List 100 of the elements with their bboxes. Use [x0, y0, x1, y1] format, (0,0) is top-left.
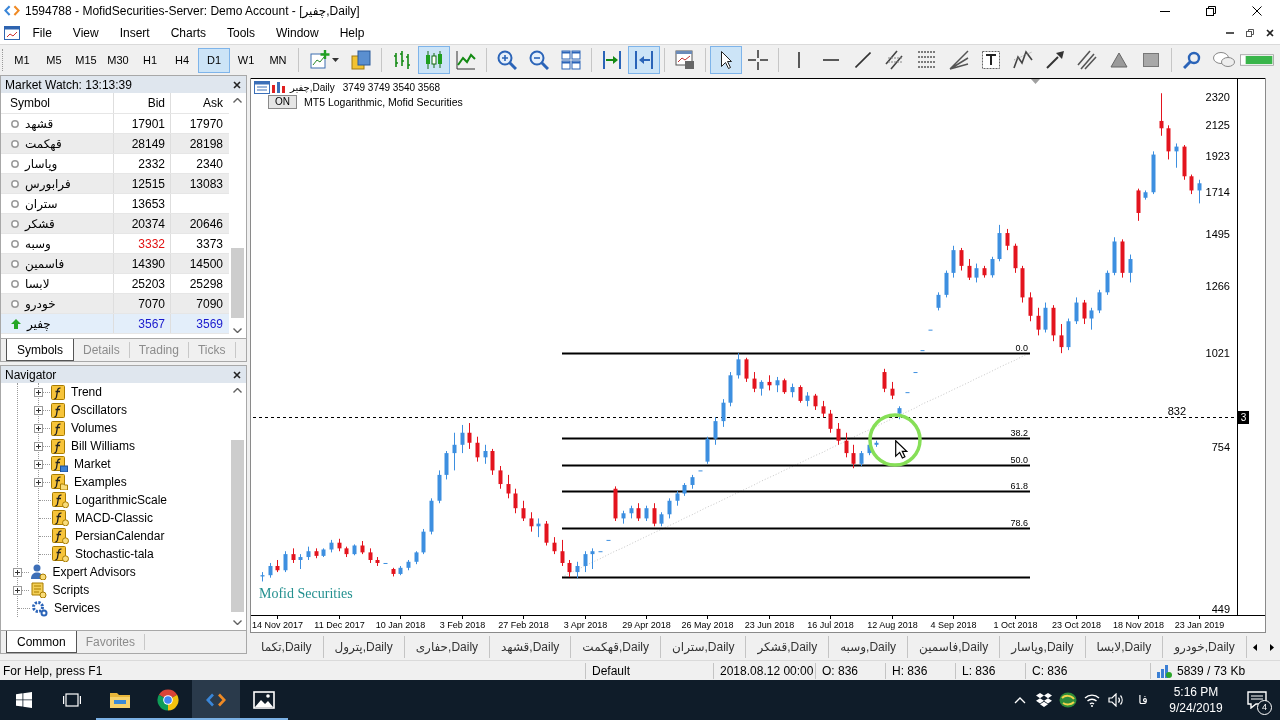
tree-item[interactable]: Examples — [74, 475, 127, 489]
chart-tab[interactable]: حفاری,Daily — [404, 636, 491, 658]
candlestick — [821, 400, 826, 418]
candlestick — [775, 376, 780, 393]
tree-item[interactable]: Services — [54, 601, 100, 615]
candlestick — [283, 550, 288, 573]
arrow-right-bars-icon — [602, 50, 622, 70]
candlestick — [368, 547, 373, 564]
candlestick — [260, 571, 265, 582]
tree-item[interactable]: MACD-Classic — [75, 511, 153, 525]
candlestick — [951, 245, 956, 279]
tree-item[interactable]: Trend — [71, 385, 102, 399]
candlestick — [867, 442, 872, 456]
scrollbar-thumb[interactable] — [231, 248, 244, 318]
timeframe-button[interactable]: W1 — [230, 47, 262, 73]
minimize-icon — [1160, 10, 1170, 12]
symbol-name: قشکر — [25, 216, 55, 231]
menu-item[interactable]: File — [22, 24, 63, 42]
candlestick — [1036, 307, 1041, 336]
wifi-icon[interactable] — [1084, 693, 1100, 707]
candlestick — [1005, 228, 1010, 251]
price-label: 1495 — [1205, 228, 1230, 241]
price-tag: 3 — [1238, 411, 1249, 424]
tree-item[interactable]: LogarithmicScale — [75, 493, 168, 507]
expander-plus-icon[interactable] — [34, 477, 43, 487]
menu-item[interactable]: View — [62, 24, 110, 42]
expander-plus-icon[interactable] — [13, 585, 22, 595]
column-header[interactable]: Symbol — [1, 93, 113, 113]
chart-tab[interactable]: پترول,Daily — [323, 636, 405, 658]
input-language-button[interactable]: فا — [1128, 680, 1158, 720]
candlestick — [552, 536, 557, 555]
date-label: 14 Nov 2017 — [252, 620, 303, 630]
panel-tab[interactable]: Symbols — [6, 339, 74, 361]
candlestick — [1182, 144, 1187, 181]
tree-item[interactable]: Scripts — [52, 583, 90, 597]
candlestick — [882, 368, 887, 393]
expander-plus-icon[interactable] — [13, 567, 22, 577]
ask-price: 3569 — [170, 314, 228, 333]
menu-item[interactable]: Help — [329, 24, 375, 42]
timeframe-button[interactable]: H1 — [134, 47, 166, 73]
expander-plus-icon[interactable] — [34, 459, 43, 469]
candlestick — [268, 562, 273, 579]
timeframe-button[interactable]: M5 — [38, 47, 70, 73]
chart-tab[interactable]: خودرو,Daily — [1163, 636, 1247, 658]
timeframe-button[interactable]: M15 — [70, 47, 102, 73]
notifications-button[interactable]: 4 — [1234, 680, 1280, 720]
timeframe-button[interactable]: M1 — [6, 47, 38, 73]
candlestick — [713, 416, 718, 446]
tree-item[interactable]: Bill Williams — [71, 439, 135, 453]
tree-item[interactable]: PersianCalendar — [75, 529, 165, 543]
column-header[interactable]: Bid — [113, 93, 170, 113]
chart-tab[interactable]: وسبه,Daily — [829, 636, 909, 658]
formula-tile-ring-icon — [52, 527, 69, 545]
candlestick — [391, 567, 396, 577]
menu-item[interactable]: Charts — [160, 24, 217, 42]
menu-item[interactable]: Window — [265, 24, 330, 42]
candlestick — [913, 371, 918, 374]
timeframe-button[interactable]: H4 — [166, 47, 198, 73]
tree-item[interactable]: Stochastic-tala — [75, 547, 154, 561]
tree-item[interactable]: Oscillators — [71, 403, 127, 417]
chart-tab[interactable]: قهکمت,Daily — [571, 636, 661, 658]
candlestick — [1197, 179, 1202, 204]
expander-plus-icon[interactable] — [34, 405, 43, 415]
scrollbar-thumb[interactable] — [231, 440, 244, 612]
clock-button[interactable]: 5:16 PM 9/24/2019 — [1158, 680, 1234, 720]
chart-tab[interactable]: فاسمین,Daily — [908, 636, 1001, 658]
chart-tab[interactable]: وپاسار,Daily — [1000, 636, 1086, 658]
open-box-icon[interactable] — [1036, 693, 1052, 707]
formula-tile-icon — [51, 420, 65, 436]
expander-plus-icon[interactable] — [34, 423, 43, 433]
indicator-toggle-button[interactable]: ON — [268, 95, 297, 109]
chart-shift-button[interactable] — [628, 46, 660, 74]
speaker-icon[interactable] — [1108, 693, 1124, 707]
gears-icon — [31, 599, 48, 617]
trading-terminal-button[interactable] — [192, 680, 240, 720]
panel-tab[interactable]: Common — [6, 631, 77, 653]
menu-item[interactable]: Tools — [216, 24, 266, 42]
expander-plus-icon[interactable] — [34, 387, 43, 397]
chart-tab[interactable]: قشکر,Daily — [746, 636, 830, 658]
timeframe-button[interactable]: M30 — [102, 47, 134, 73]
chart-tab[interactable]: تکما,Daily — [250, 636, 324, 658]
expander-plus-icon[interactable] — [34, 441, 43, 451]
chevron-up-icon — [233, 98, 242, 103]
chart-tab[interactable]: قشهد,Daily — [490, 636, 572, 658]
tree-item[interactable]: Volumes — [71, 421, 118, 435]
candlestick-button[interactable] — [418, 46, 450, 74]
chat-bubbles-icon — [1213, 51, 1235, 69]
chart-tab[interactable]: لابسا,Daily — [1085, 636, 1164, 658]
timeframe-button[interactable]: MN — [262, 47, 294, 73]
globe-icon[interactable] — [1059, 692, 1077, 708]
tree-item[interactable]: Expert Advisors — [52, 565, 136, 579]
cursor-button[interactable] — [710, 46, 742, 74]
close-button[interactable] — [230, 368, 243, 381]
chart-tab[interactable]: ستران,Daily — [661, 636, 747, 658]
timeframe-button[interactable]: D1 — [198, 47, 230, 73]
shift-marker-icon[interactable] — [1031, 79, 1040, 84]
tree-item[interactable]: Market — [74, 457, 111, 471]
menu-item[interactable]: Insert — [109, 24, 161, 42]
column-header[interactable]: Ask — [170, 93, 228, 113]
close-button[interactable] — [230, 78, 243, 91]
